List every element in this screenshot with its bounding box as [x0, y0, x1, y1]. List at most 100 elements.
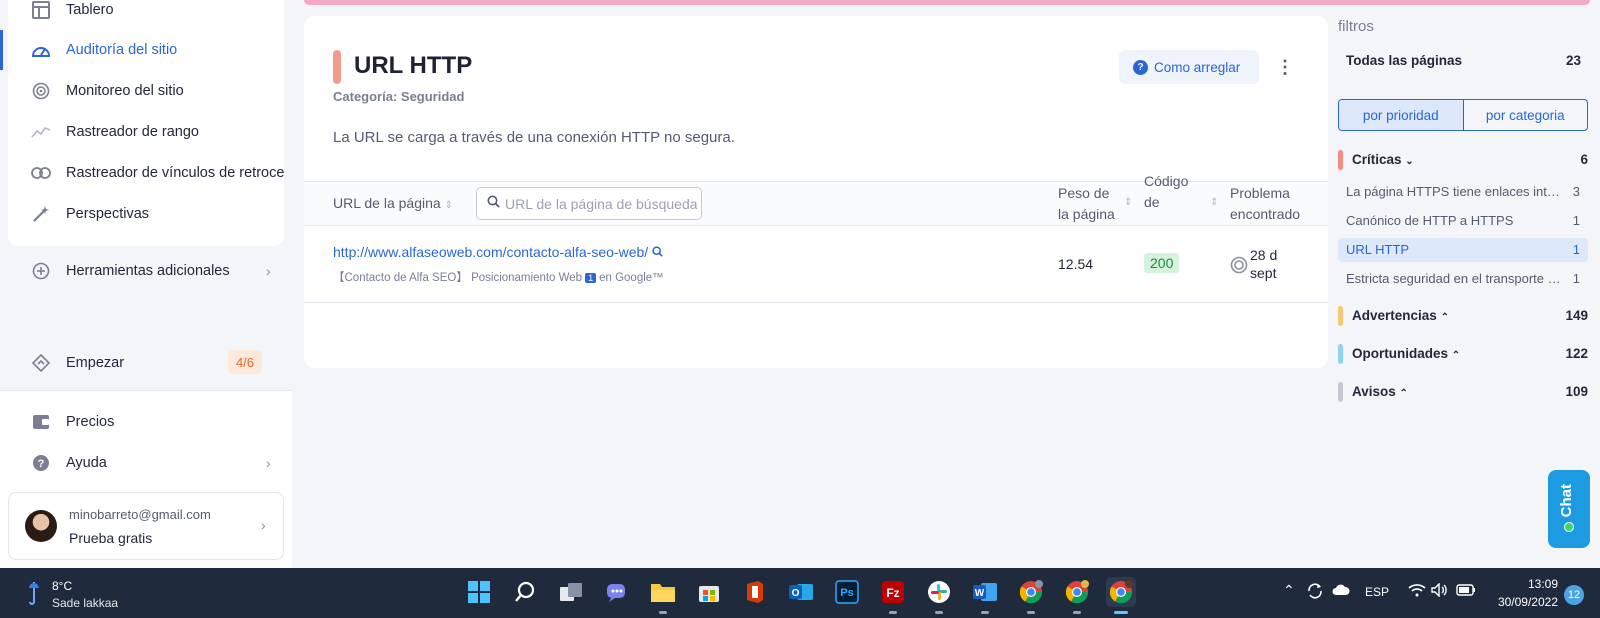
chevron-up-icon[interactable]: ⌃ [1283, 582, 1295, 599]
sidebar-item-site-audit[interactable]: Auditoría del sitio [8, 30, 284, 70]
filter-group-warnings[interactable]: Advertencias ⌃ 149 [1338, 306, 1588, 328]
word-icon[interactable]: W [970, 577, 1000, 614]
filter-group-label: Oportunidades ⌃ [1352, 346, 1461, 361]
filter-item-count: 3 [1572, 184, 1580, 199]
sidebar-item-rank-tracker[interactable]: Rastreador de rango [8, 112, 284, 152]
severity-bar [1338, 306, 1343, 326]
notification-count-badge[interactable]: 12 [1564, 585, 1584, 605]
number-badge: 1 [585, 273, 597, 283]
sidebar-item-dashboard[interactable]: Tablero [8, 0, 284, 30]
sidebar-item-extra-tools[interactable]: Herramientas adicionales › [8, 251, 284, 291]
sync-icon[interactable] [1306, 582, 1324, 603]
how-to-fix-label: Como arreglar [1154, 59, 1241, 75]
task-view-icon[interactable] [556, 577, 586, 607]
toggle-by-priority[interactable]: por prioridad [1339, 100, 1464, 130]
weather-icon[interactable] [26, 580, 42, 606]
windows-start-icon[interactable] [464, 577, 494, 607]
svg-text:Ps: Ps [840, 587, 853, 599]
page-url-link[interactable]: http://www.alfaseoweb.com/contacto-alfa-… [333, 244, 663, 260]
clock-time[interactable]: 13:09 [1512, 577, 1558, 591]
monitor-icon [30, 80, 52, 102]
found-date-line: sept [1250, 265, 1277, 281]
plus-circle-icon [30, 260, 52, 282]
office-icon[interactable] [740, 577, 770, 607]
url-search-input[interactable] [505, 193, 697, 215]
column-header-weight[interactable]: Peso de la página [1058, 183, 1115, 225]
chevron-right-icon: › [266, 455, 271, 471]
filter-group-notices[interactable]: Avisos ⌃ 109 [1338, 382, 1588, 404]
svg-text:Fz: Fz [886, 586, 899, 600]
page-title-text: 【Contacto de Alfa SEO】 Posicionamiento W… [333, 269, 664, 285]
cloud-icon[interactable] [1332, 584, 1350, 599]
clock-date[interactable]: 30/09/2022 [1488, 595, 1558, 609]
running-indicator [1073, 611, 1081, 614]
running-indicator [1114, 611, 1128, 614]
sidebar-item-pricing[interactable]: Precios [8, 402, 284, 442]
column-label: encontrado [1230, 206, 1301, 222]
chrome-profile-icon[interactable] [1106, 577, 1136, 614]
sidebar-item-label: Ayuda [66, 455, 107, 471]
slack-icon[interactable] [924, 577, 954, 614]
gauge-icon [30, 39, 52, 61]
wallet-icon [30, 411, 52, 433]
sidebar-item-label: Precios [66, 414, 115, 430]
severity-bar [1338, 150, 1343, 170]
running-indicator [1027, 611, 1035, 614]
filter-item[interactable]: La página HTTPS tiene enlaces internos a… [1338, 180, 1588, 204]
svg-text:W: W [975, 588, 985, 599]
filter-item[interactable]: Canónico de HTTP a HTTPS 1 [1338, 209, 1588, 233]
running-indicator [659, 611, 667, 614]
sort-icon: ⇕ [1210, 197, 1219, 208]
issue-category: Categoría: Seguridad [333, 89, 465, 104]
url-search-field[interactable] [476, 187, 702, 220]
compass-icon [30, 352, 52, 374]
filter-group-opportunities[interactable]: Oportunidades ⌃ 122 [1338, 344, 1588, 366]
weather-temperature: 8°C [52, 579, 73, 593]
wifi-icon[interactable] [1408, 583, 1426, 600]
sidebar-item-backlink-tracker[interactable]: Rastreador de vínculos de retroceso [8, 153, 284, 193]
more-options-icon[interactable]: ⋮ [1276, 56, 1294, 78]
file-explorer-icon[interactable] [648, 577, 678, 614]
store-icon[interactable] [694, 577, 724, 607]
filezilla-icon[interactable]: Fz [878, 577, 908, 614]
chrome-profile-icon[interactable] [1016, 577, 1046, 614]
column-header-url[interactable]: URL de la página ⇕ [333, 193, 453, 216]
photoshop-icon[interactable]: Ps [832, 577, 862, 607]
sidebar-item-label: Rastreador de rango [66, 124, 199, 140]
filter-item-label: URL HTTP [1346, 242, 1410, 257]
active-indicator [0, 30, 3, 70]
sidebar-item-label: Monitoreo del sitio [66, 83, 184, 99]
search-icon[interactable] [652, 244, 663, 260]
found-date-line: 28 d [1250, 247, 1278, 263]
column-label: URL de la página [333, 195, 441, 211]
filter-item-selected[interactable]: URL HTTP 1 [1338, 238, 1588, 262]
search-icon[interactable] [510, 577, 540, 607]
issue-detail-card: URL HTTP Categoría: Seguridad ? Como arr… [304, 16, 1328, 368]
sidebar-item-insights[interactable]: Perspectivas [8, 194, 284, 234]
filter-group-critical[interactable]: Críticas ⌄ 6 [1338, 150, 1588, 172]
filter-item-label: Estricta seguridad en el transporte HTTP [1346, 271, 1566, 286]
chat-button[interactable]: Chat [1548, 470, 1590, 548]
teams-icon[interactable] [602, 577, 632, 607]
column-header-status-code[interactable]: Código de estado [1144, 171, 1188, 215]
sidebar-item-site-monitoring[interactable]: Monitoreo del sitio [8, 71, 284, 111]
column-label: la página [1058, 206, 1115, 222]
column-header-found[interactable]: Problema encontrado [1230, 183, 1300, 225]
filter-item[interactable]: Estricta seguridad en el transporte HTTP… [1338, 267, 1588, 291]
outlook-icon[interactable]: O [786, 577, 816, 607]
filter-all-pages[interactable]: Todas las páginas [1346, 53, 1462, 68]
battery-icon[interactable] [1456, 584, 1476, 599]
column-label: de [1144, 194, 1160, 210]
how-to-fix-button[interactable]: ? Como arreglar [1119, 50, 1259, 84]
sidebar-item-help[interactable]: ? Ayuda › [8, 443, 284, 483]
chrome-profile-icon[interactable] [1062, 577, 1092, 614]
input-language[interactable]: ESP [1365, 585, 1389, 599]
page-title-part: 【Contacto de Alfa SEO】 Posicionamiento W… [333, 272, 583, 284]
status-code-badge: 200 [1144, 253, 1180, 273]
toggle-by-category[interactable]: por categoria [1464, 100, 1588, 130]
weather-description: Sade lakkaa [52, 596, 119, 610]
divider [0, 390, 292, 391]
volume-icon[interactable] [1431, 582, 1449, 600]
svg-text:?: ? [38, 458, 45, 470]
user-account-card[interactable]: minobarreto@gmail.com Prueba gratis › [8, 492, 284, 560]
